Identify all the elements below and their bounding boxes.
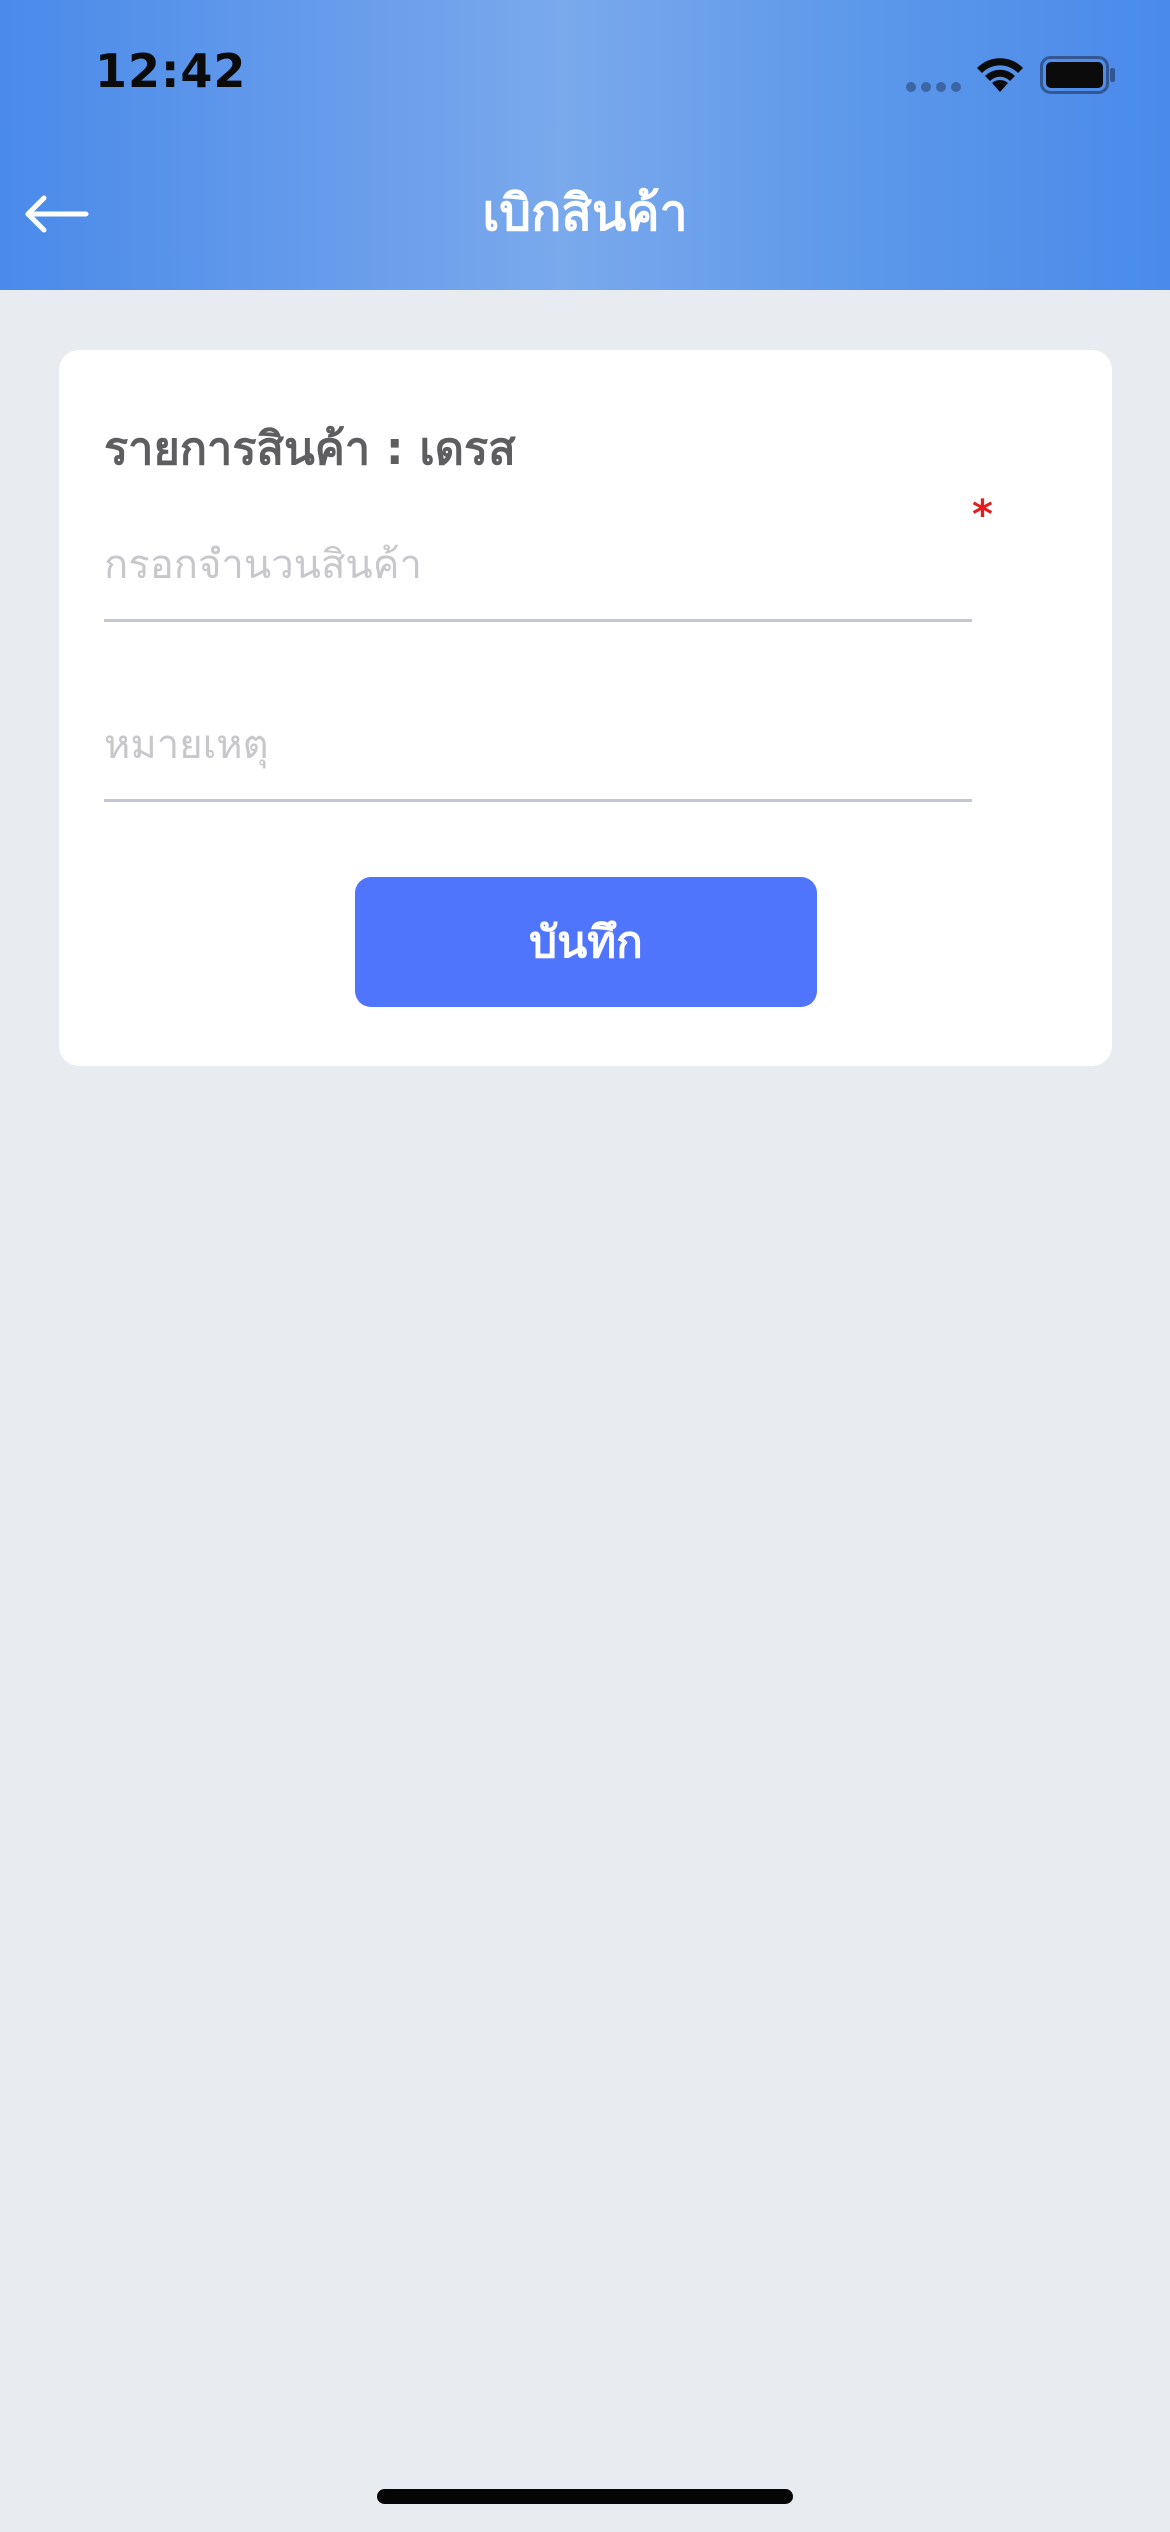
cellular-signal-icon bbox=[906, 82, 962, 94]
page-title: เบิกสินค้า bbox=[482, 184, 688, 242]
save-button[interactable]: บันทึก bbox=[355, 877, 817, 1007]
app-header: 12:42 เบิกสินค้า bbox=[0, 0, 1170, 290]
product-heading: รายการสินค้า : เดรส bbox=[104, 422, 516, 475]
note-input[interactable] bbox=[104, 690, 972, 802]
battery-icon bbox=[1040, 56, 1115, 94]
quantity-input[interactable] bbox=[104, 510, 972, 622]
wifi-icon bbox=[977, 58, 1023, 92]
status-bar-time: 12:42 bbox=[95, 44, 247, 98]
home-indicator bbox=[377, 2489, 793, 2504]
required-indicator: * bbox=[972, 492, 993, 538]
form-card: รายการสินค้า : เดรส * บันทึก bbox=[59, 350, 1112, 1066]
